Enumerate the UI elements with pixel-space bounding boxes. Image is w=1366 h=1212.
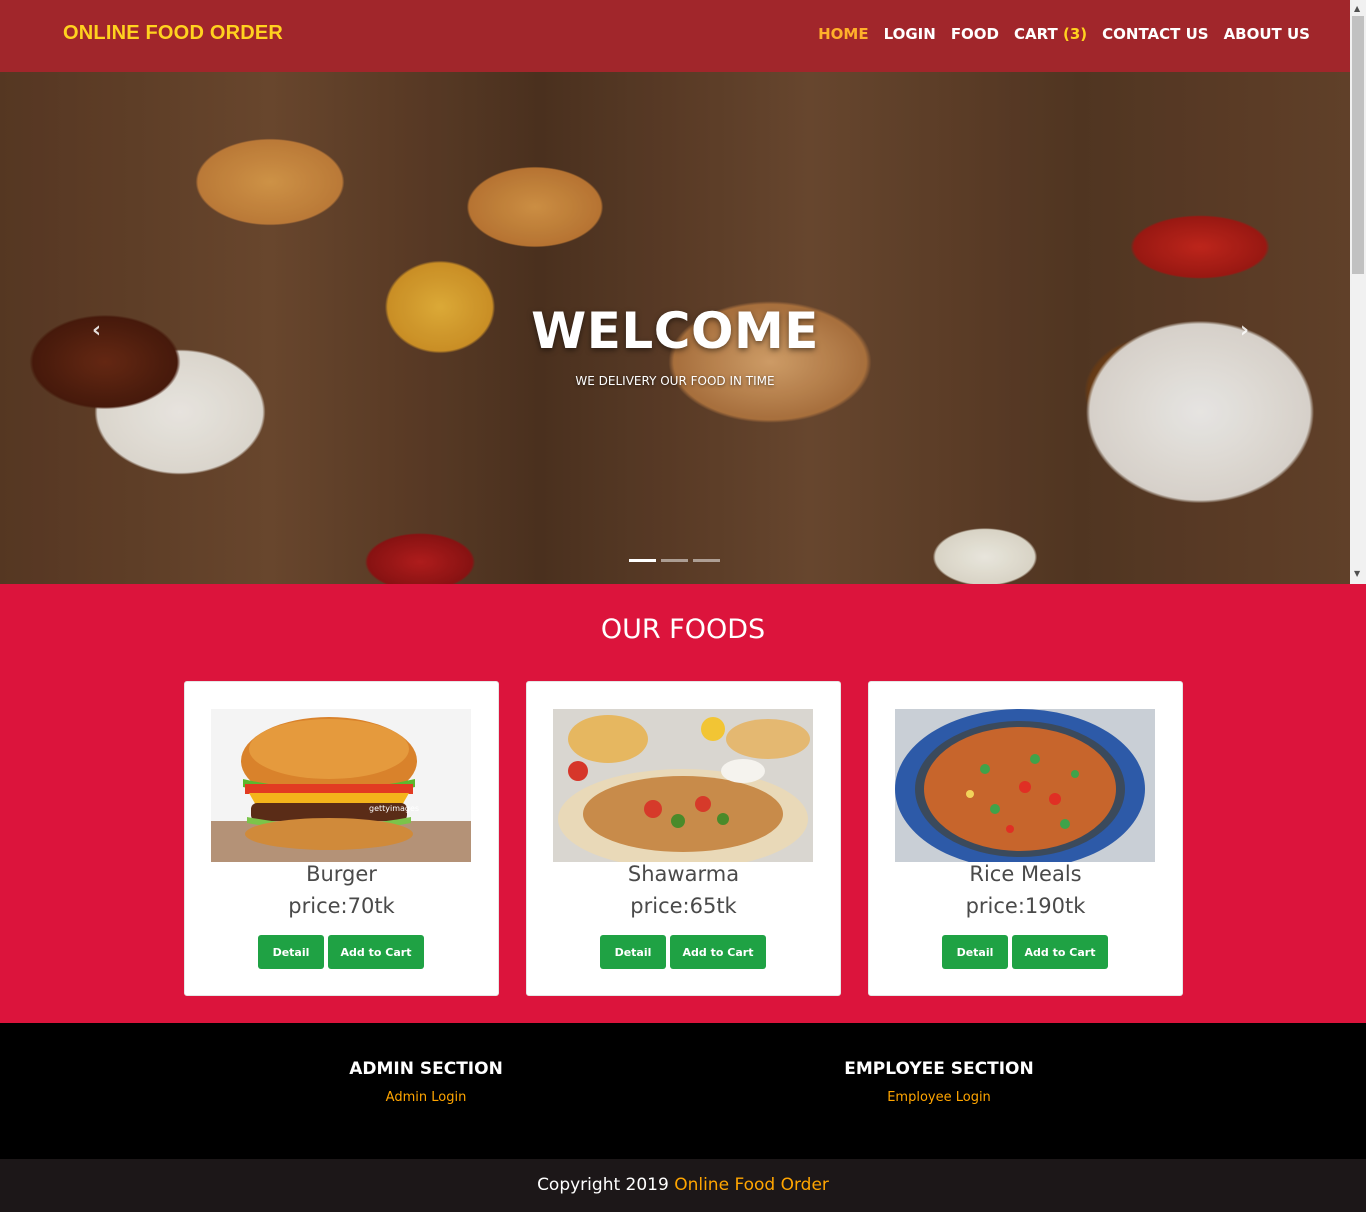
carousel-indicator-3[interactable] <box>693 559 720 562</box>
hero-title: WELCOME <box>531 302 819 360</box>
hero-subtitle: WE DELIVERY OUR FOOD IN TIME <box>575 374 775 388</box>
our-foods-section: OUR FOODS gettyimages Burger price:70tk … <box>0 584 1366 1023</box>
nav-home[interactable]: HOME <box>818 25 868 43</box>
top-navbar: ONLINE FOOD ORDER HOME LOGIN FOOD CART (… <box>0 0 1350 72</box>
page-scrollbar[interactable]: ▲ ▼ <box>1350 0 1366 584</box>
food-price: price:65tk <box>630 894 737 918</box>
employee-login-link[interactable]: Employee Login <box>819 1090 1059 1105</box>
copyright-footer: Copyright 2019 Online Food Order <box>0 1159 1366 1212</box>
food-price: price:190tk <box>965 894 1086 918</box>
nav-cart[interactable]: CART (3) <box>1014 25 1087 43</box>
main-nav: HOME LOGIN FOOD CART (3) CONTACT US ABOU… <box>803 25 1310 43</box>
food-card-shawarma: Shawarma price:65tk Detail Add to Cart <box>526 681 841 996</box>
nav-contact[interactable]: CONTACT US <box>1102 25 1208 43</box>
add-to-cart-button[interactable]: Add to Cart <box>1012 935 1108 969</box>
copyright-brand-link[interactable]: Online Food Order <box>674 1175 829 1195</box>
food-name: Burger <box>306 862 377 886</box>
carousel-next-icon[interactable]: › <box>1240 318 1249 343</box>
food-name: Rice Meals <box>969 862 1082 886</box>
detail-button[interactable]: Detail <box>258 935 324 969</box>
hero-carousel: WELCOME WE DELIVERY OUR FOOD IN TIME ‹ › <box>0 72 1350 584</box>
scroll-up-arrow-icon[interactable]: ▲ <box>1354 4 1360 13</box>
nav-food[interactable]: FOOD <box>951 25 999 43</box>
food-card-rice-meals: Rice Meals price:190tk Detail Add to Car… <box>868 681 1183 996</box>
scroll-thumb[interactable] <box>1352 16 1364 274</box>
site-brand[interactable]: ONLINE FOOD ORDER <box>63 22 283 45</box>
admin-section-title: ADMIN SECTION <box>349 1059 503 1079</box>
nav-login[interactable]: LOGIN <box>884 25 936 43</box>
burger-image: gettyimages <box>211 709 471 862</box>
carousel-indicators <box>629 559 720 562</box>
carousel-indicator-1[interactable] <box>629 559 656 562</box>
copyright-text: Copyright 2019 <box>537 1175 675 1195</box>
admin-login-link[interactable]: Admin Login <box>326 1090 526 1105</box>
nav-cart-label: CART <box>1014 25 1058 43</box>
scroll-down-arrow-icon[interactable]: ▼ <box>1354 569 1360 578</box>
detail-button[interactable]: Detail <box>942 935 1008 969</box>
shawarma-image <box>553 709 813 862</box>
rice-meals-image <box>895 709 1155 862</box>
login-sections: ADMIN SECTION Admin Login EMPLOYEE SECTI… <box>0 1023 1366 1159</box>
employee-section-title: EMPLOYEE SECTION <box>844 1059 1034 1079</box>
add-to-cart-button[interactable]: Add to Cart <box>670 935 766 969</box>
cart-count-badge: (3) <box>1062 25 1088 43</box>
food-price: price:70tk <box>288 894 395 918</box>
add-to-cart-button[interactable]: Add to Cart <box>328 935 424 969</box>
carousel-prev-icon[interactable]: ‹ <box>92 318 101 343</box>
detail-button[interactable]: Detail <box>600 935 666 969</box>
foods-heading: OUR FOODS <box>600 614 766 645</box>
food-name: Shawarma <box>627 862 740 886</box>
carousel-indicator-2[interactable] <box>661 559 688 562</box>
food-card-burger: gettyimages Burger price:70tk Detail Add… <box>184 681 499 996</box>
svg-text:gettyimages: gettyimages <box>369 804 419 813</box>
nav-about[interactable]: ABOUT US <box>1224 25 1310 43</box>
